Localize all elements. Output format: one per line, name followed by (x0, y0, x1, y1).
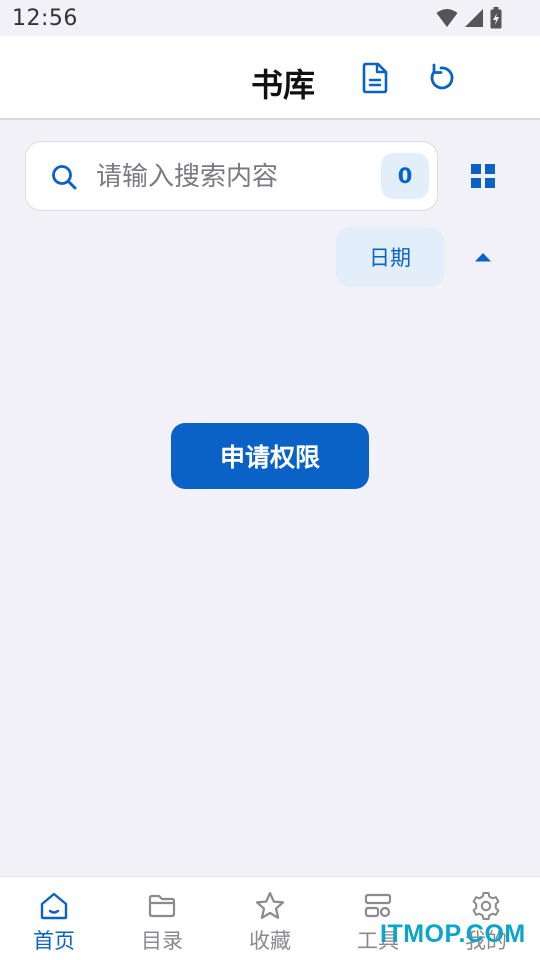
refresh-icon (430, 63, 454, 90)
signal-icon (465, 9, 483, 27)
status-bar: 12:56 (0, 0, 540, 36)
star-icon (255, 891, 285, 919)
sort-by-date-chip[interactable]: 日期 (336, 227, 444, 287)
gear-icon (472, 892, 500, 920)
grid-view-button[interactable] (465, 158, 501, 194)
caret-up-icon[interactable] (474, 252, 492, 262)
nav-label-catalog: 目录 (141, 929, 183, 953)
nav-item-catalog[interactable]: 目录 (108, 877, 216, 960)
nav-item-favorites[interactable]: 收藏 (216, 877, 324, 960)
document-icon (362, 62, 388, 94)
nav-item-home[interactable]: 首页 (0, 877, 108, 960)
wifi-icon (436, 9, 458, 27)
status-icons (436, 7, 502, 29)
app-bar: 书库 (0, 36, 540, 120)
tools-icon (364, 893, 392, 918)
search-icon (52, 165, 77, 190)
watermark-text: ITMOP.COM (380, 920, 526, 948)
status-time: 12:56 (12, 6, 78, 31)
nav-label-favorites: 收藏 (249, 929, 291, 953)
request-permission-button[interactable]: 申请权限 (171, 423, 369, 489)
search-input[interactable] (96, 157, 376, 197)
battery-charging-icon (490, 7, 502, 29)
folder-icon (148, 894, 176, 918)
document-button[interactable] (355, 58, 395, 98)
home-icon (40, 892, 68, 920)
grid-view-icon (471, 164, 495, 188)
nav-label-home: 首页 (33, 929, 75, 953)
search-box[interactable]: 0 (25, 141, 438, 211)
result-count-badge: 0 (381, 153, 429, 199)
refresh-button[interactable] (421, 58, 461, 98)
